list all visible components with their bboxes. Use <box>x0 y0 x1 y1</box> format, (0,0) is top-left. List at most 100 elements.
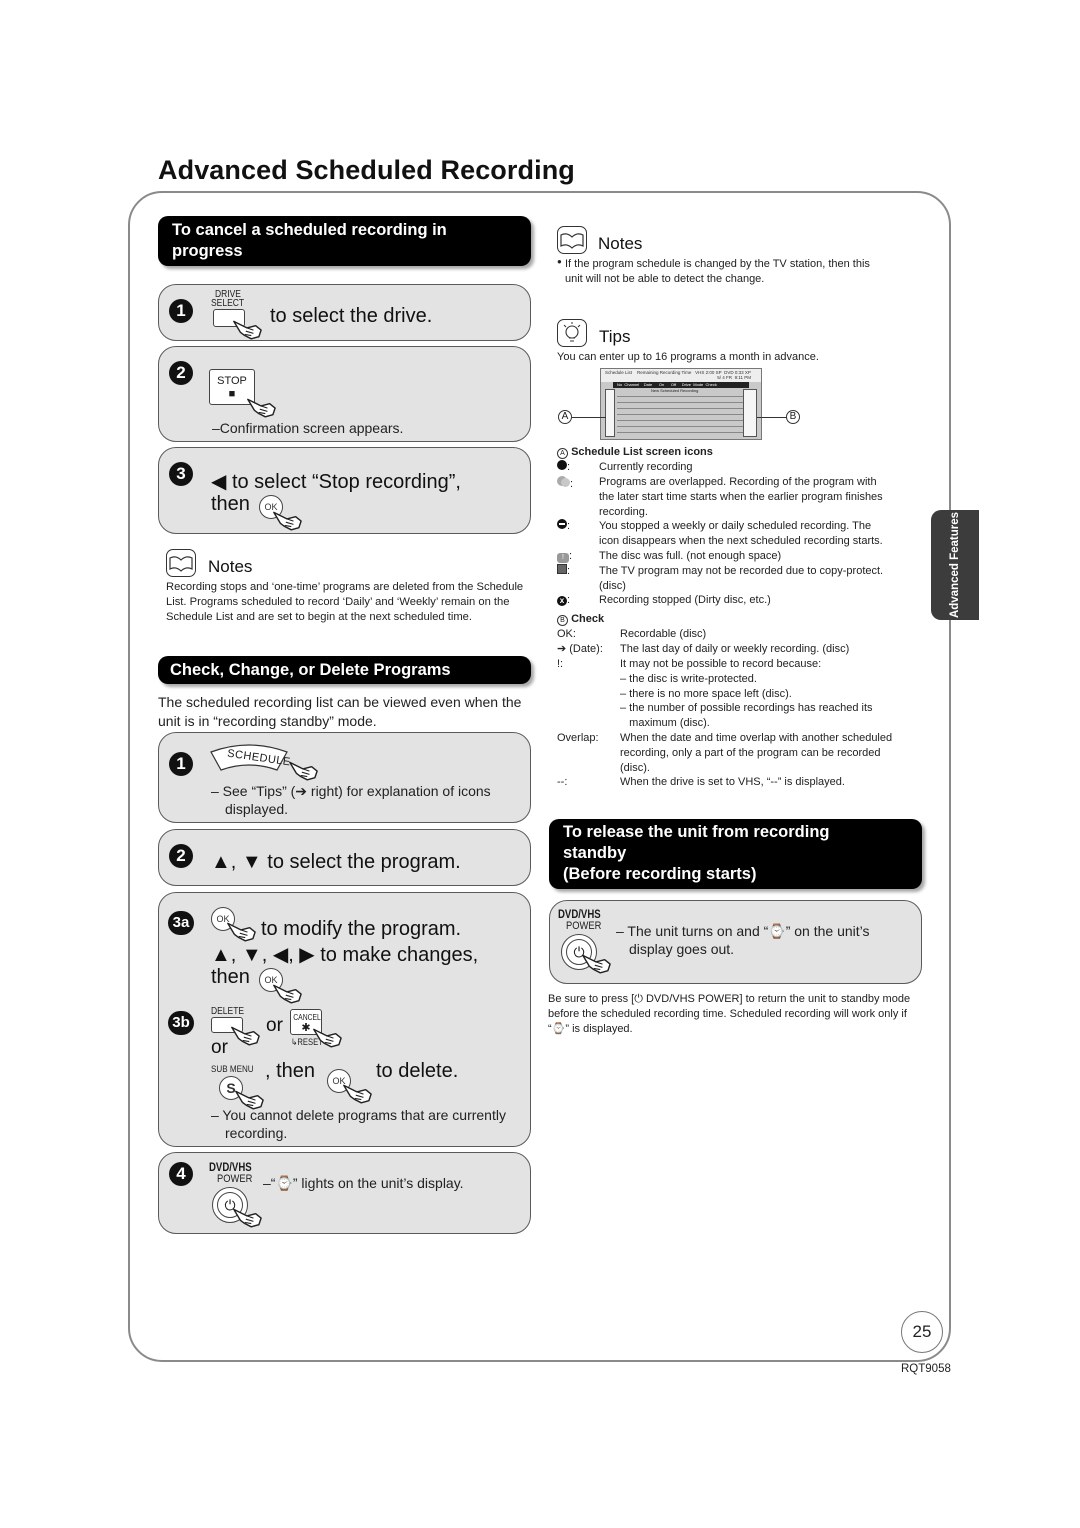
col-date: Date <box>643 382 653 387</box>
cancel-section-title: To cancel a scheduled recording in progr… <box>172 221 447 260</box>
check-key: Overlap: <box>557 731 599 744</box>
notes-line1: If the program schedule is changed by th… <box>565 258 870 270</box>
cancel-label: CANCEL <box>293 1013 321 1022</box>
screen-title: Schedule List <box>605 370 633 375</box>
col-no: No <box>617 382 623 387</box>
legend-item: : You stopped a weekly or daily scheduled… <box>557 519 917 549</box>
legend-colon: : <box>567 564 571 577</box>
notes-book-icon <box>166 549 196 577</box>
or-text: or <box>266 1015 283 1036</box>
legend-description: Recording stopped (Dirty disc, etc.) <box>599 594 771 607</box>
legend-colon: : <box>567 461 571 473</box>
check-step-4: 4 DVD/VHS POWER ⏻ –“⌚” lights on the uni… <box>158 1152 531 1234</box>
legend-title-text: Schedule List screen icons <box>571 446 713 458</box>
schedule-button[interactable]: SCHEDULE <box>209 742 291 772</box>
legend-item: : Programs are overlapped. Recording of t… <box>557 475 917 519</box>
col-check: Check <box>705 382 717 387</box>
section-tab[interactable]: Advanced Features <box>931 510 979 620</box>
check-item: ➔ (Date): The last day of daily or weekly… <box>557 642 917 657</box>
page-number: 25 <box>901 1311 943 1353</box>
step-number: 3 <box>169 462 193 486</box>
legend-item: x: Recording stopped (Dirty disc, etc.) <box>557 593 917 608</box>
step-number-3a: 3a <box>168 911 194 935</box>
callout-b: B <box>786 410 800 424</box>
step-3a-line3: then <box>211 966 250 988</box>
tips-lightbulb-icon <box>557 319 587 347</box>
check-description: The last day of daily or weekly recordin… <box>620 642 850 655</box>
screen-header: Schedule List Remaining Recording Time V… <box>601 369 761 382</box>
cancel-step-3: 3 ◀ to select “Stop recording”, then OK <box>158 447 531 534</box>
tips-title: Tips <box>599 327 631 346</box>
check-section-header: Check, Change, or Delete Programs <box>158 656 531 684</box>
release-title-line2: standby <box>563 844 627 862</box>
disc-full-icon: !: <box>557 549 572 564</box>
legend-description: The TV program may not be recorded due t… <box>599 564 884 592</box>
icon-column <box>605 389 615 437</box>
legend-item: !: The disc was full. (not enough space) <box>557 549 917 564</box>
step-note-line2: recording. <box>225 1125 288 1141</box>
legend-description: Programs are overlapped. Recording of th… <box>599 475 883 518</box>
drive-select-label-bottom: SELECT <box>211 298 245 309</box>
hand-pointer-icon <box>287 758 321 782</box>
check-description: When the date and time overlap with anot… <box>620 731 893 774</box>
legend-colon: : <box>567 594 571 607</box>
col-channel: Channel <box>624 382 640 387</box>
check-item: !: It may not be possible to record becau… <box>557 657 917 731</box>
check-key: ➔ (Date): <box>557 642 603 655</box>
dvd-vhs-label: DVD/VHS <box>558 907 601 921</box>
step-number: 2 <box>169 844 193 868</box>
legend-description: You stopped a weekly or daily scheduled … <box>599 520 883 548</box>
delete-label: DELETE <box>211 1006 245 1017</box>
step-note-line2: displayed. <box>225 801 289 817</box>
step-text: ▲, ▼ to select the program. <box>211 851 461 873</box>
legend-colon: : <box>567 520 571 533</box>
step-note-line1: – See “Tips” (➔ right) for explanation o… <box>211 783 491 799</box>
check-column <box>743 389 757 437</box>
to-delete-text: to delete. <box>376 1060 459 1082</box>
check-key: !: <box>557 657 564 670</box>
release-title-line3: (Before recording starts) <box>563 865 757 883</box>
legend-description: Currently recording <box>599 461 693 473</box>
col-off: Off <box>670 382 677 387</box>
step-number-3b: 3b <box>168 1011 194 1035</box>
release-title-line1: To release the unit from recording <box>563 823 830 841</box>
page-title: Advanced Scheduled Recording <box>158 155 575 185</box>
screen-new-row: New Scheduled Recording <box>651 388 699 393</box>
step-text-line1: ◀ to select “Stop recording”, <box>211 471 461 493</box>
notes-book-icon <box>557 226 587 254</box>
hand-pointer-icon <box>225 919 259 943</box>
copy-protect-icon: : <box>557 563 571 579</box>
step-3a-line1: to modify the program. <box>261 918 462 940</box>
check-key: --: <box>557 776 568 788</box>
check-item: OK: Recordable (disc) <box>557 627 917 642</box>
legend-colon: : <box>569 549 573 562</box>
legend-colon: : <box>570 477 574 490</box>
recording-dot-icon: : <box>557 460 570 475</box>
power-label: POWER <box>566 920 602 932</box>
callout-a: A <box>558 410 572 424</box>
release-note-line2: display goes out. <box>629 941 735 957</box>
dvd-vhs-label: DVD/VHS <box>209 1160 252 1174</box>
step-note: –Confirmation screen appears. <box>212 420 404 436</box>
step-number: 2 <box>169 361 193 385</box>
check-legend-title: B Check <box>557 612 917 628</box>
check-description: When the drive is set to VHS, “--” is di… <box>620 776 845 788</box>
step-text-line2: then <box>211 493 250 515</box>
tips-text: You can enter up to 16 programs a month … <box>557 351 819 363</box>
release-note-line1: – The unit turns on and “⌚” on the unit’… <box>616 923 870 939</box>
hand-pointer-icon <box>580 951 614 975</box>
hand-pointer-icon <box>311 1025 345 1049</box>
marker-a: A <box>557 448 568 459</box>
then-text: , then <box>265 1060 316 1082</box>
check-item: Overlap: When the date and time overlap w… <box>557 731 917 775</box>
stop-button-label: STOP <box>217 375 247 387</box>
icons-legend-title: A Schedule List screen icons <box>557 445 917 461</box>
legend-item: : Currently recording <box>557 460 917 475</box>
check-step-1: 1 SCHEDULE – See “Tips” (➔ right) for ex… <box>158 732 531 823</box>
screen-time: 9:11 PM <box>734 375 751 380</box>
error-x-icon: x: <box>557 593 570 608</box>
check-section-title: Check, Change, or Delete Programs <box>170 661 451 679</box>
legend-item: : The TV program may not be recorded due … <box>557 563 917 594</box>
check-description: Recordable (disc) <box>620 628 707 640</box>
check-step-3: 3a OK to modify the program. ▲, ▼, ◀, ▶ … <box>158 892 531 1147</box>
